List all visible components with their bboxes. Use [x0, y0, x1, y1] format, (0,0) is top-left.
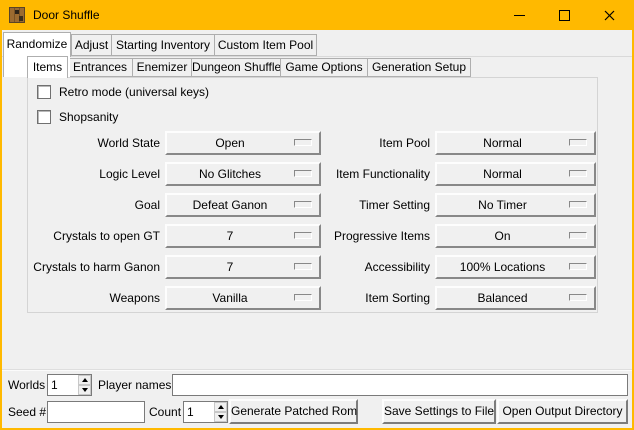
tab-entrances[interactable]: Entrances [67, 58, 133, 77]
tab-custom-item-pool[interactable]: Custom Item Pool [214, 34, 317, 56]
close-icon [604, 10, 615, 21]
door-shuffle-window: Door Shuffle Randomize Adjust Starting I… [0, 0, 634, 430]
minimize-icon [514, 15, 525, 16]
maximize-button[interactable] [542, 0, 587, 30]
close-button[interactable] [587, 0, 632, 30]
tab-generation-setup[interactable]: Generation Setup [367, 58, 471, 77]
count-value[interactable] [184, 402, 215, 422]
generate-patched-rom-button[interactable]: Generate Patched Rom [229, 399, 358, 424]
items-pane [27, 77, 598, 313]
client-area: Randomize Adjust Starting Inventory Cust… [2, 30, 632, 428]
maximize-icon [559, 10, 570, 21]
player-names-label: Player names [98, 374, 171, 396]
minimize-button[interactable] [497, 0, 542, 30]
tab-adjust[interactable]: Adjust [71, 34, 112, 56]
arrow-down-icon [82, 388, 88, 392]
count-spinner[interactable] [183, 401, 228, 423]
worlds-spin-up-button[interactable] [78, 375, 91, 385]
count-spin-up-button[interactable] [214, 402, 227, 412]
tab-enemizer[interactable]: Enemizer [132, 58, 192, 77]
worlds-label: Worlds [8, 374, 45, 396]
title-bar[interactable]: Door Shuffle [0, 0, 634, 30]
save-settings-button[interactable]: Save Settings to File [382, 399, 496, 424]
window-title: Door Shuffle [33, 0, 100, 30]
arrow-down-icon [218, 415, 224, 419]
count-label: Count [149, 401, 181, 423]
arrow-up-icon [218, 405, 224, 409]
bottom-separator [2, 369, 632, 371]
tab-starting-inventory[interactable]: Starting Inventory [111, 34, 215, 56]
worlds-value[interactable] [48, 375, 79, 395]
arrow-up-icon [82, 378, 88, 382]
seed-input[interactable] [47, 401, 145, 423]
tab-divider [2, 56, 632, 57]
open-output-directory-button[interactable]: Open Output Directory [497, 399, 628, 424]
tab-items[interactable]: Items [27, 56, 68, 78]
tab-dungeon-shuffle[interactable]: Dungeon Shuffle [191, 58, 281, 77]
tab-randomize[interactable]: Randomize [3, 32, 71, 57]
count-spin-down-button[interactable] [214, 412, 227, 422]
tab-game-options[interactable]: Game Options [280, 58, 368, 77]
door-icon [9, 7, 25, 23]
worlds-spinner[interactable] [47, 374, 92, 396]
player-names-input[interactable] [172, 374, 628, 396]
worlds-spin-down-button[interactable] [78, 385, 91, 395]
seed-label: Seed # [8, 401, 46, 423]
